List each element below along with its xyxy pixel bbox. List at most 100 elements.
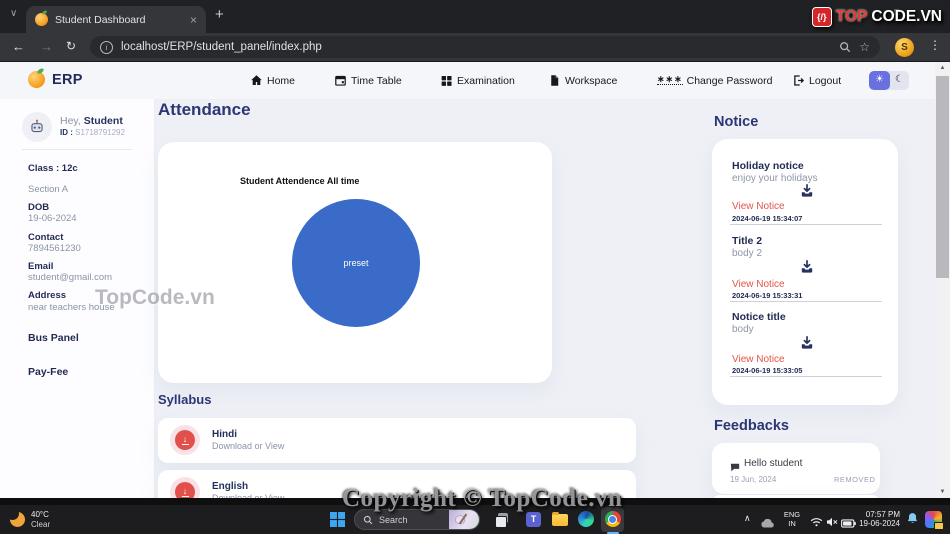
- divider: [22, 149, 132, 150]
- nav-label: Logout: [809, 75, 841, 87]
- chart-title: Student Attendence All time: [240, 176, 359, 186]
- copyright-watermark: Copyright © TopCode.vn: [342, 485, 622, 513]
- password-asterisks-icon: ∗∗∗: [657, 76, 683, 85]
- light-mode-sun-icon[interactable]: ☀: [869, 71, 890, 90]
- nav-label: Home: [267, 75, 295, 87]
- browser-toolbar: ← → ↻ i localhost/ERP/student_panel/inde…: [0, 33, 950, 62]
- theme-toggle[interactable]: ☀ ☾: [869, 71, 909, 90]
- tab-title: Student Dashboard: [55, 14, 183, 26]
- view-notice-link[interactable]: View Notice: [732, 279, 785, 290]
- widgets-icon[interactable]: [925, 511, 942, 528]
- nav-item-examination[interactable]: Examination: [440, 62, 515, 99]
- document-icon: [548, 74, 561, 87]
- feedback-date: 19 Jun, 2024: [730, 475, 776, 484]
- tab-search-icon[interactable]: ∨: [10, 8, 17, 19]
- taskbar-clock[interactable]: 07:57 PM 19-06-2024: [856, 510, 900, 528]
- reload-button[interactable]: ↻: [66, 39, 76, 53]
- sidebar-item-pay-fee[interactable]: Pay-Fee: [28, 366, 68, 378]
- weather-widget[interactable]: [10, 512, 25, 527]
- search-icon: [363, 515, 373, 525]
- weather-temp: 40°C: [31, 510, 49, 519]
- arrow-base: [182, 444, 189, 446]
- nav-label: Workspace: [565, 75, 617, 87]
- zoom-page-icon[interactable]: [839, 41, 851, 53]
- start-button[interactable]: [330, 512, 345, 532]
- sidebar-item-bus-panel[interactable]: Bus Panel: [28, 332, 79, 344]
- back-button[interactable]: ←: [12, 39, 25, 54]
- search-label: Search: [379, 515, 408, 525]
- download-notice-icon[interactable]: [799, 259, 815, 275]
- syllabus-download-link[interactable]: Download or View: [212, 441, 284, 451]
- teams-icon[interactable]: T: [526, 512, 541, 527]
- scroll-up-icon[interactable]: ▲: [935, 65, 950, 71]
- page-scrollbar[interactable]: ▲ ▼: [935, 62, 950, 498]
- scroll-down-icon[interactable]: ▼: [935, 489, 950, 495]
- pie-slice-label: preset: [343, 258, 368, 268]
- calendar-icon: [334, 74, 347, 87]
- volume-muted-icon[interactable]: [826, 514, 838, 532]
- arrow-glyph: ↓: [183, 435, 188, 443]
- dob-label: DOB: [28, 202, 49, 213]
- student-dashboard-page: ERP Home Time Table Examination Workspac…: [0, 62, 950, 498]
- download-notice-icon[interactable]: [799, 183, 815, 199]
- weather-condition: Clear: [31, 520, 50, 529]
- nav-label: Time Table: [351, 75, 402, 87]
- scrollbar-thumb[interactable]: [936, 76, 949, 278]
- chrome-icon[interactable]: [605, 511, 621, 527]
- download-circle-icon[interactable]: ↓: [170, 425, 200, 455]
- view-notice-link[interactable]: View Notice: [732, 354, 785, 365]
- notice-heading: Notice: [714, 114, 758, 130]
- nav-item-home[interactable]: Home: [250, 62, 295, 99]
- tab-close-icon[interactable]: ×: [190, 13, 197, 27]
- browser-profile-avatar[interactable]: S: [895, 38, 914, 57]
- student-avatar: [22, 112, 52, 142]
- notice-timestamp: 2024-06-19 15:33:05: [732, 366, 802, 375]
- forward-button[interactable]: →: [40, 39, 53, 54]
- task-view-button[interactable]: [495, 512, 510, 527]
- new-tab-button[interactable]: +: [215, 6, 224, 23]
- brand[interactable]: ERP: [28, 71, 83, 88]
- nav-item-logout[interactable]: Logout: [792, 62, 841, 99]
- side-watermark: TopCode.vn: [95, 286, 215, 310]
- arrow-glyph: ↓: [183, 487, 188, 495]
- nav-label: Change Password: [687, 75, 773, 87]
- topcode-brace-icon: {/}: [812, 7, 832, 27]
- clock-time: 07:57 PM: [856, 510, 900, 519]
- address-bar[interactable]: i localhost/ERP/student_panel/index.php …: [90, 36, 880, 58]
- notice-title: Title 2: [732, 235, 762, 247]
- download-arrow-icon: ↓: [175, 430, 195, 450]
- nav-item-workspace[interactable]: Workspace: [548, 62, 617, 99]
- download-notice-icon[interactable]: [799, 335, 815, 351]
- nav-item-change-password[interactable]: ∗∗∗ Change Password: [657, 62, 772, 99]
- browser-tab[interactable]: Student Dashboard ×: [26, 6, 206, 33]
- clock-date: 19-06-2024: [856, 519, 900, 528]
- class-line: Class : 12c: [28, 163, 78, 174]
- notice-timestamp: 2024-06-19 15:33:31: [732, 291, 802, 300]
- view-notice-link[interactable]: View Notice: [732, 201, 785, 212]
- url-text: localhost/ERP/student_panel/index.php: [121, 41, 831, 53]
- file-explorer-icon[interactable]: [552, 514, 568, 526]
- site-info-icon[interactable]: i: [100, 41, 113, 54]
- bookmark-star-icon[interactable]: ☆: [859, 40, 870, 54]
- nav-item-time-table[interactable]: Time Table: [334, 62, 402, 99]
- battery-icon[interactable]: [841, 515, 856, 533]
- notice-title: Holiday notice: [732, 160, 804, 172]
- dark-mode-moon-icon[interactable]: ☾: [890, 71, 909, 90]
- onedrive-cloud-icon[interactable]: [760, 515, 775, 533]
- wifi-icon[interactable]: [810, 514, 823, 532]
- edge-icon[interactable]: [578, 511, 594, 527]
- robot-avatar-icon: [28, 118, 46, 136]
- section-line: Section A: [28, 184, 68, 195]
- id-label: ID :: [60, 128, 73, 137]
- browser-menu-icon[interactable]: ⋮: [929, 38, 941, 52]
- feedback-status-badge: REMOVED: [834, 475, 875, 484]
- logout-icon: [792, 74, 805, 87]
- app-navbar: ERP Home Time Table Examination Workspac…: [0, 62, 950, 99]
- notification-bell-icon[interactable]: [906, 512, 919, 530]
- language-switcher[interactable]: ENG IN: [781, 510, 803, 528]
- site-favicon-icon: [35, 13, 48, 26]
- feedbacks-heading: Feedbacks: [714, 418, 789, 434]
- attendance-pie-chart[interactable]: preset: [292, 199, 420, 327]
- weather-badge: [7, 510, 15, 518]
- hidden-icons-chevron[interactable]: ∧: [744, 513, 751, 524]
